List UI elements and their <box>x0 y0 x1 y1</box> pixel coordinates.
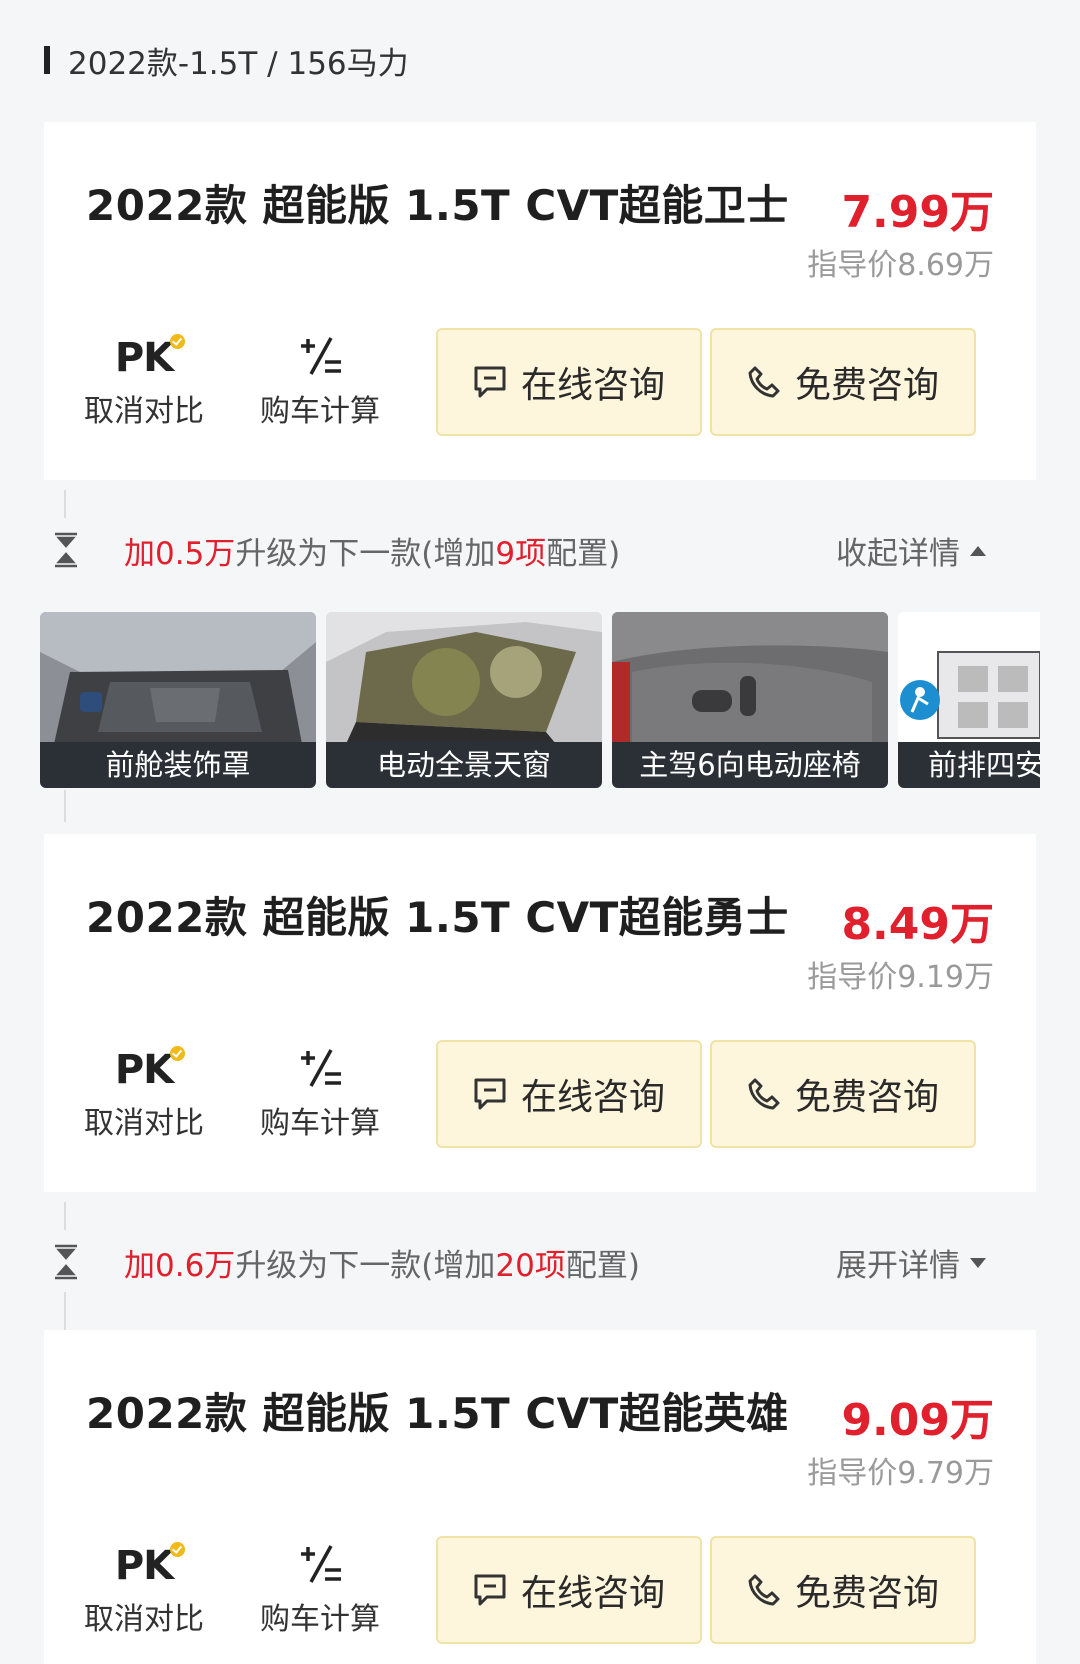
free-consult-label: 免费咨询 <box>794 365 939 406</box>
car-card[interactable]: 2022款 超能版 1.5T CVT超能英雄 9.09万 指导价9.79万 PK… <box>44 1330 1036 1664</box>
car-calculator-label: 购车计算 <box>260 1602 380 1637</box>
timeline-line <box>64 790 66 822</box>
calculator-icon <box>301 1049 341 1087</box>
timeline-line <box>64 1202 66 1230</box>
feature-caption: 前排四安 <box>898 742 1040 788</box>
car-calculator-label: 购车计算 <box>260 1106 380 1141</box>
section-header: 2022款-1.5T / 156马力 <box>44 38 409 82</box>
car-calculator-button[interactable]: 购车计算 <box>250 1034 390 1144</box>
check-badge-icon <box>170 1046 186 1061</box>
upgrade-row[interactable]: 加0.5万升级为下一款(增加9项配置) 收起详情 <box>44 490 1036 594</box>
cancel-compare-label: 取消对比 <box>84 1106 204 1141</box>
feature-caption: 电动全景天窗 <box>326 742 602 788</box>
free-consult-button[interactable]: 免费咨询 <box>710 1536 976 1644</box>
free-consult-label: 免费咨询 <box>794 1077 939 1118</box>
pk-icon: PK <box>115 1542 186 1586</box>
expand-details-button[interactable]: 展开详情 <box>836 1240 986 1285</box>
car-price: 7.99万 <box>841 187 994 238</box>
online-consult-button[interactable]: 在线咨询 <box>436 1536 702 1644</box>
cancel-compare-label: 取消对比 <box>84 394 204 429</box>
feature-thumb[interactable]: 主驾6向电动座椅 <box>612 612 888 788</box>
cancel-compare-button[interactable]: PK 取消对比 <box>74 1530 214 1640</box>
pk-icon: PK <box>115 334 186 378</box>
online-consult-label: 在线咨询 <box>520 365 665 406</box>
online-consult-button[interactable]: 在线咨询 <box>436 1040 702 1148</box>
airbag-image <box>898 612 1040 744</box>
timeline-line <box>64 1292 66 1332</box>
car-calculator-button[interactable]: 购车计算 <box>250 1530 390 1640</box>
cancel-compare-button[interactable]: PK 取消对比 <box>74 322 214 432</box>
phone-icon <box>748 1574 780 1606</box>
collapse-details-button[interactable]: 收起详情 <box>836 528 986 573</box>
upgrade-row[interactable]: 加0.6万升级为下一款(增加20项配置) 展开详情 <box>44 1202 1036 1332</box>
car-title[interactable]: 2022款 超能版 1.5T CVT超能卫士 <box>86 172 789 233</box>
chat-icon <box>474 1078 506 1110</box>
power-seat-image <box>612 612 888 744</box>
car-card[interactable]: 2022款 超能版 1.5T CVT超能卫士 7.99万 指导价8.69万 PK… <box>44 122 1036 480</box>
collapse-details-label: 收起详情 <box>836 536 960 572</box>
cancel-compare-button[interactable]: PK 取消对比 <box>74 1034 214 1144</box>
calculator-icon <box>301 337 341 375</box>
upgrade-text: 加0.6万升级为下一款(增加20项配置) <box>124 1248 640 1284</box>
online-consult-button[interactable]: 在线咨询 <box>436 328 702 436</box>
upgrade-text: 加0.5万升级为下一款(增加9项配置) <box>124 536 621 572</box>
feature-caption: 主驾6向电动座椅 <box>612 742 888 788</box>
car-price: 9.09万 <box>841 1395 994 1446</box>
check-badge-icon <box>170 334 186 349</box>
free-consult-button[interactable]: 免费咨询 <box>710 1040 976 1148</box>
phone-icon <box>748 366 780 398</box>
feature-thumb[interactable]: 前排四安 <box>898 612 1040 788</box>
guide-price: 指导价9.79万 <box>807 1456 994 1491</box>
online-consult-label: 在线咨询 <box>520 1573 665 1614</box>
car-calculator-button[interactable]: 购车计算 <box>250 322 390 432</box>
chat-icon <box>474 366 506 398</box>
car-title[interactable]: 2022款 超能版 1.5T CVT超能英雄 <box>86 1380 789 1441</box>
expand-details-label: 展开详情 <box>836 1248 960 1284</box>
feature-image-strip[interactable]: 前舱装饰罩 电动全景天窗 主驾6向电动座椅 前排四安 <box>40 612 1040 790</box>
caret-up-icon <box>970 545 986 556</box>
free-consult-button[interactable]: 免费咨询 <box>710 328 976 436</box>
section-marker <box>44 46 50 74</box>
chat-icon <box>474 1574 506 1606</box>
cancel-compare-label: 取消对比 <box>84 1602 204 1637</box>
guide-price: 指导价9.19万 <box>807 960 994 995</box>
check-badge-icon <box>170 1542 186 1557</box>
car-price: 8.49万 <box>841 899 994 950</box>
phone-icon <box>748 1078 780 1110</box>
car-calculator-label: 购车计算 <box>260 394 380 429</box>
pk-icon: PK <box>115 1046 186 1090</box>
section-title: 2022款-1.5T / 156马力 <box>68 45 409 82</box>
feature-thumb[interactable]: 前舱装饰罩 <box>40 612 316 788</box>
free-consult-label: 免费咨询 <box>794 1573 939 1614</box>
car-title[interactable]: 2022款 超能版 1.5T CVT超能勇士 <box>86 884 789 945</box>
guide-price: 指导价8.69万 <box>807 248 994 283</box>
feature-thumb[interactable]: 电动全景天窗 <box>326 612 602 788</box>
feature-caption: 前舱装饰罩 <box>40 742 316 788</box>
page: 2022款-1.5T / 156马力 2022款 超能版 1.5T CVT超能卫… <box>0 0 1080 1664</box>
collapse-arrows-icon <box>55 532 77 568</box>
engine-cover-image <box>40 612 316 744</box>
car-card[interactable]: 2022款 超能版 1.5T CVT超能勇士 8.49万 指导价9.19万 PK… <box>44 834 1036 1192</box>
collapse-arrows-icon <box>55 1244 77 1280</box>
online-consult-label: 在线咨询 <box>520 1077 665 1118</box>
calculator-icon <box>301 1545 341 1583</box>
timeline-line <box>64 490 66 518</box>
sunroof-image <box>326 612 602 744</box>
caret-down-icon <box>970 1257 986 1268</box>
